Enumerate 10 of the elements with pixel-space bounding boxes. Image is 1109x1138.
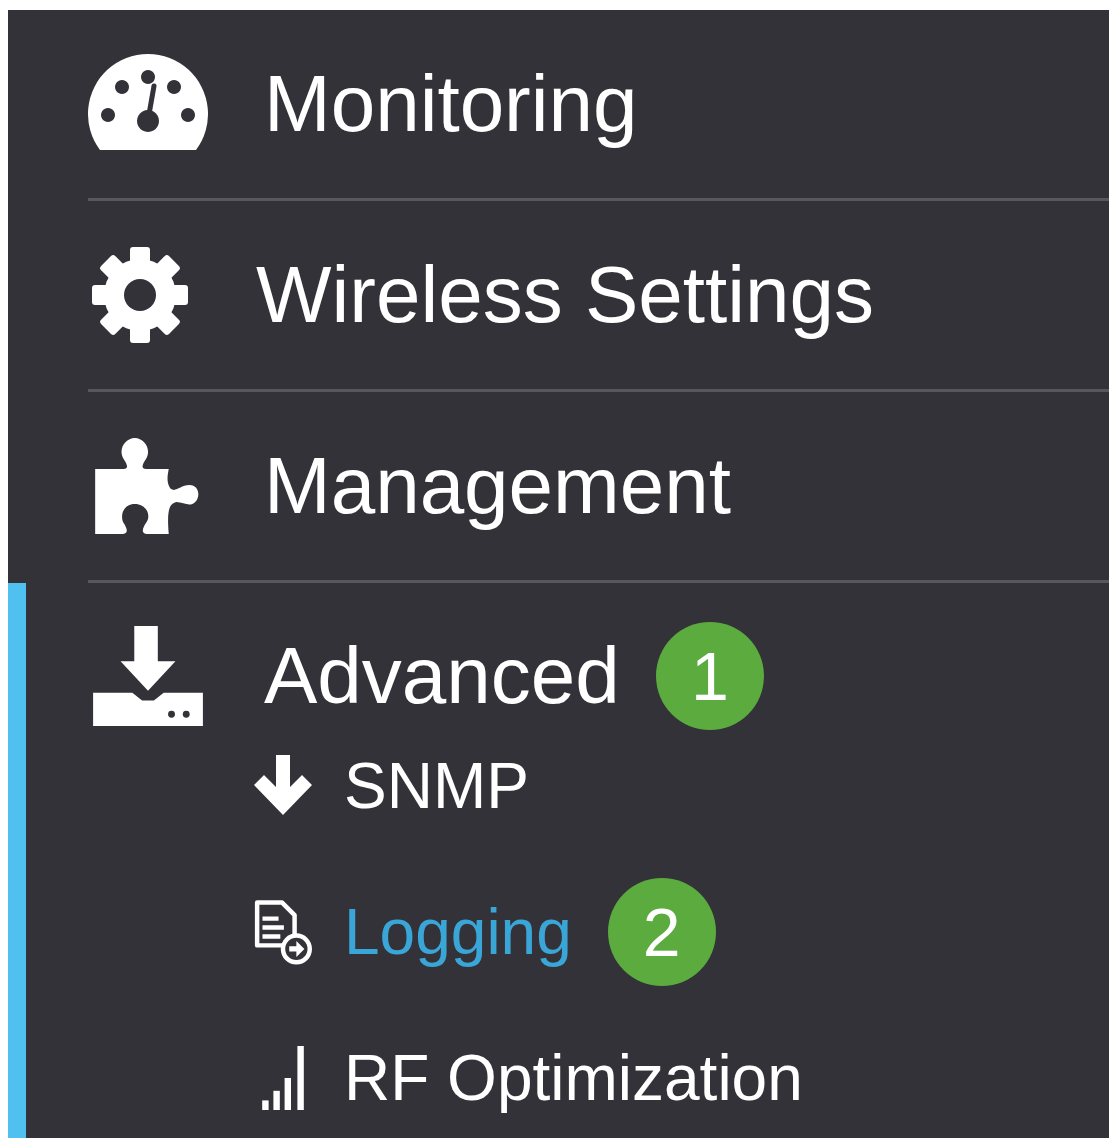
step-badge: 2 — [607, 878, 716, 986]
menu-item[interactable]: Wireless Settings — [256, 249, 874, 341]
submenu-item[interactable]: Logging — [344, 895, 572, 969]
signal-icon — [262, 1046, 304, 1110]
submenu-item[interactable]: SNMP — [344, 749, 529, 823]
menu-item[interactable]: Monitoring — [264, 58, 638, 150]
step-badge: 1 — [655, 622, 764, 730]
submenu-item[interactable]: RF Optimization — [344, 1041, 803, 1115]
menu-item[interactable]: Management — [264, 440, 731, 532]
menu-item[interactable]: Advanced — [264, 630, 620, 722]
